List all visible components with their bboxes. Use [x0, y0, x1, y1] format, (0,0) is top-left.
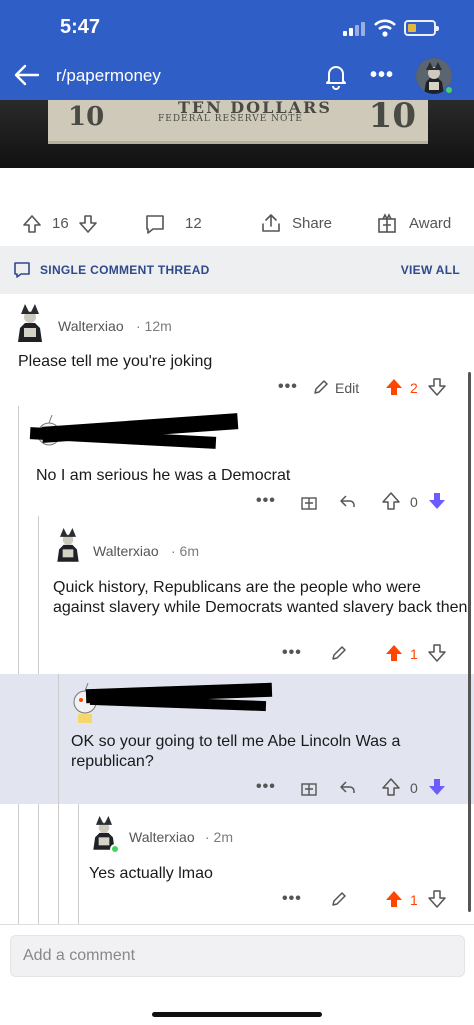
comment-icon[interactable] [144, 213, 166, 235]
banknote: 10 TEN DOLLARS FEDERAL RESERVE NOTE 10 [48, 96, 428, 144]
battery-icon [404, 20, 439, 36]
post-score: 16 [52, 215, 69, 232]
note-text-title: FEDERAL RESERVE NOTE [158, 114, 304, 124]
comment-body: OK so your going to tell me Abe Lincoln … [71, 733, 401, 770]
comment-score: 0 [410, 780, 418, 796]
thread-line[interactable] [58, 674, 59, 924]
comment-score: 1 [410, 646, 418, 662]
note-denomination-right: 10 [368, 96, 416, 136]
comment-body: Quick history, Republicans are the peopl… [53, 579, 468, 616]
comment-author[interactable]: Walterxiao [58, 318, 124, 334]
comment-age: · 2m [205, 829, 233, 845]
thread-line[interactable] [18, 406, 19, 924]
comment: Walterxiao · 2m Yes actually lmao ••• 1 [80, 804, 474, 922]
comment-score: 1 [410, 892, 418, 908]
downvote-active-icon[interactable] [428, 778, 446, 796]
award-icon[interactable] [300, 492, 318, 510]
comment-input[interactable]: Add a comment [10, 935, 465, 977]
edit-pencil-icon[interactable] [330, 890, 348, 908]
status-time: 5:47 [60, 16, 101, 38]
comment-body: Yes actually lmao [89, 865, 213, 882]
scrollbar[interactable] [468, 372, 471, 912]
thread-label: SINGLE COMMENT THREAD [40, 263, 210, 277]
wifi-icon [374, 19, 396, 37]
comment-score: 2 [410, 380, 418, 396]
home-indicator [152, 1012, 322, 1017]
comment-composer: Add a comment [0, 924, 474, 1025]
post-action-bar: 16 12 Share Award [0, 200, 474, 248]
app: 5:47 r/papermoney ••• 10 TEN DOLLARS FED… [0, 0, 474, 1025]
comment: No I am serious he was a Democrat ••• 0 [20, 406, 474, 516]
note-denomination-left: 10 [68, 102, 105, 132]
upvote-icon[interactable] [382, 778, 400, 796]
online-status-dot [110, 844, 120, 854]
more-options-icon[interactable]: ••• [370, 64, 394, 87]
commenter-avatar[interactable] [12, 302, 48, 342]
bell-icon[interactable] [322, 62, 350, 90]
comment-body: Please tell me you're joking [18, 353, 213, 370]
comment: OK so your going to tell me Abe Lincoln … [60, 674, 474, 804]
signal-icon [343, 22, 367, 36]
post-image[interactable]: 10 TEN DOLLARS FEDERAL RESERVE NOTE 10 [0, 96, 474, 168]
view-all-button[interactable]: VIEW ALL [401, 263, 460, 277]
award-button[interactable]: Award [409, 215, 451, 232]
comment-age: · 6m [171, 543, 199, 559]
single-thread-bar: SINGLE COMMENT THREAD VIEW ALL [0, 246, 474, 294]
comment: Walterxiao · 12m Please tell me you're j… [0, 296, 474, 406]
share-button[interactable]: Share [292, 215, 332, 232]
upvote-icon[interactable] [22, 214, 42, 234]
comment-more-icon[interactable]: ••• [282, 890, 302, 908]
comment: Walterxiao · 6m Quick history, Republica… [40, 516, 474, 672]
back-arrow-icon[interactable] [12, 60, 42, 90]
downvote-icon[interactable] [428, 378, 446, 396]
downvote-icon[interactable] [428, 890, 446, 908]
comment-more-icon[interactable]: ••• [256, 778, 276, 796]
downvote-icon[interactable] [428, 644, 446, 662]
comment-more-icon[interactable]: ••• [256, 492, 276, 510]
comment-age: · 12m [136, 318, 172, 334]
downvote-active-icon[interactable] [428, 492, 446, 510]
app-header: 5:47 r/papermoney ••• [0, 0, 474, 100]
thread-line[interactable] [78, 804, 79, 924]
comment-author[interactable]: Walterxiao [129, 829, 195, 845]
award-icon[interactable] [376, 212, 398, 234]
commenter-avatar[interactable] [52, 524, 84, 564]
comment-more-icon[interactable]: ••• [278, 378, 298, 396]
share-icon[interactable] [260, 212, 282, 234]
reply-icon[interactable] [338, 492, 356, 510]
comment-body: No I am serious he was a Democrat [36, 467, 291, 484]
edit-pencil-icon[interactable] [312, 378, 330, 396]
comment-score: 0 [410, 494, 418, 510]
edit-pencil-icon[interactable] [330, 644, 348, 662]
upvote-active-icon[interactable] [385, 378, 403, 396]
upvote-active-icon[interactable] [385, 644, 403, 662]
comment-thread-icon [14, 262, 30, 278]
edit-button[interactable]: Edit [335, 380, 359, 396]
comment-author[interactable]: Walterxiao [93, 543, 159, 559]
reply-icon[interactable] [338, 778, 356, 796]
upvote-active-icon[interactable] [385, 890, 403, 908]
comment-count[interactable]: 12 [185, 215, 202, 232]
comment-more-icon[interactable]: ••• [282, 644, 302, 662]
downvote-icon[interactable] [78, 214, 98, 234]
online-status-dot [444, 85, 454, 95]
subreddit-title[interactable]: r/papermoney [56, 66, 161, 86]
upvote-icon[interactable] [382, 492, 400, 510]
award-icon[interactable] [300, 778, 318, 796]
